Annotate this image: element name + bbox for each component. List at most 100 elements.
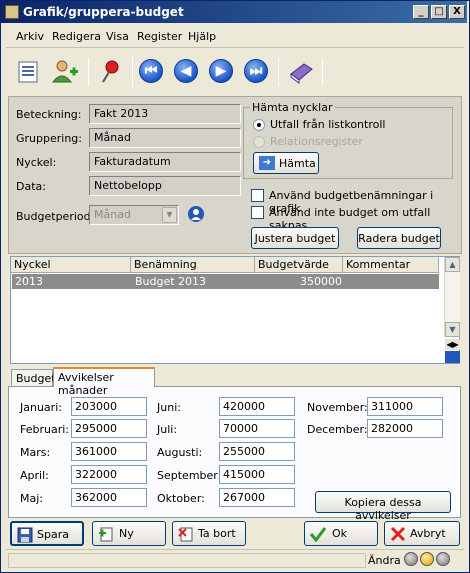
- ok-button[interactable]: Ok: [304, 521, 378, 546]
- input-augusti[interactable]: 255000: [219, 442, 295, 461]
- status-bar: Ändra: [6, 549, 464, 569]
- hamta-group-title: Hämta nycklar: [250, 101, 335, 114]
- column-header-benamning[interactable]: Benämning: [131, 257, 255, 273]
- month-label-januari: Januari:: [20, 401, 62, 414]
- maximize-button[interactable]: □: [431, 5, 447, 19]
- radio-relationsregister-label: Relationsregister: [270, 135, 363, 148]
- input-juni[interactable]: 420000: [219, 397, 295, 416]
- tab-avvikelser-manader[interactable]: Avvikelser månader: [53, 367, 155, 397]
- first-record-icon[interactable]: ⏮: [139, 59, 163, 83]
- input-november[interactable]: 311000: [367, 397, 443, 416]
- status-light-gray-icon: [404, 552, 418, 566]
- new-document-icon: [98, 526, 114, 542]
- column-header-nyckel[interactable]: Nyckel: [11, 257, 131, 273]
- month-label-april: April:: [20, 469, 49, 482]
- expand-icon[interactable]: [445, 351, 460, 363]
- previous-record-icon[interactable]: ◀: [174, 59, 198, 83]
- hamta-button[interactable]: ➜ Hämta: [253, 152, 319, 174]
- status-light-yellow-icon: [420, 552, 434, 566]
- floppy-disk-icon: [17, 527, 33, 543]
- data-field: Nettobelopp: [89, 176, 241, 196]
- month-label-oktober: Oktober:: [157, 492, 205, 505]
- tab-budget[interactable]: Budget: [11, 369, 56, 387]
- column-header-budgetvarde[interactable]: Budgetvärde: [255, 257, 343, 273]
- menu-hjalp[interactable]: Hjälp: [188, 30, 216, 43]
- budgetperiod-label: Budgetperiod:: [16, 210, 95, 223]
- cancel-button[interactable]: Avbryt: [384, 521, 460, 546]
- delete-document-icon: [178, 526, 194, 542]
- beteckning-label: Beteckning:: [16, 108, 82, 121]
- nyckel-field: Fakturadatum: [89, 152, 241, 172]
- gruppering-label: Gruppering:: [16, 132, 82, 145]
- budget-grid: Nyckel Benämning Budgetvärde Kommentar 2…: [10, 256, 460, 364]
- radio-utfall-label: Utfall från listkontroll: [270, 118, 386, 131]
- cell-benamning: Budget 2013: [135, 275, 207, 288]
- table-row[interactable]: 2013 Budget 2013 350000: [12, 274, 439, 289]
- cell-nyckel: 2013: [15, 275, 43, 288]
- minimize-button[interactable]: _: [413, 5, 429, 19]
- splitter-arrows-icon[interactable]: ◀▶: [445, 339, 460, 350]
- month-label-augusti: Augusti:: [157, 446, 203, 459]
- input-juli[interactable]: 70000: [219, 419, 295, 438]
- month-label-februari: Februari:: [20, 423, 69, 436]
- input-maj[interactable]: 362000: [71, 488, 147, 507]
- beteckning-field: Fakt 2013: [89, 104, 241, 124]
- user-lookup-icon[interactable]: [187, 205, 205, 223]
- justera-budget-button[interactable]: Justera budget: [251, 227, 339, 249]
- month-label-juli: Juli:: [157, 423, 178, 436]
- input-december[interactable]: 282000: [367, 419, 443, 438]
- month-label-september: September:: [157, 469, 222, 482]
- checkbox-skip-budget[interactable]: [251, 206, 264, 219]
- budgetperiod-select[interactable]: Månad ▼: [89, 205, 179, 225]
- book-icon[interactable]: [286, 56, 316, 86]
- menu-visa[interactable]: Visa: [106, 30, 129, 43]
- month-label-november: November:: [307, 401, 368, 414]
- chevron-down-icon[interactable]: ▼: [162, 207, 177, 223]
- kopiera-avvikelser-button[interactable]: Kopiera dessa avvikelser: [315, 491, 451, 522]
- nyckel-label: Nyckel:: [16, 156, 57, 169]
- input-februari[interactable]: 295000: [71, 419, 147, 438]
- input-oktober[interactable]: 267000: [219, 488, 295, 507]
- window-title: Grafik/gruppera-budget: [23, 5, 184, 19]
- close-button[interactable]: X: [449, 5, 465, 19]
- gruppering-field: Månad: [89, 128, 241, 148]
- month-label-juni: Juni:: [157, 401, 181, 414]
- checkmark-icon: [309, 526, 327, 543]
- radio-relationsregister[interactable]: [253, 136, 265, 148]
- scroll-down-icon[interactable]: ▼: [445, 322, 460, 337]
- last-record-icon[interactable]: ⏭: [244, 59, 268, 83]
- radio-utfall[interactable]: [253, 119, 265, 131]
- month-label-december: December:: [307, 423, 368, 436]
- menu-redigera[interactable]: Redigera: [52, 30, 101, 43]
- input-januari[interactable]: 203000: [71, 397, 147, 416]
- input-september[interactable]: 415000: [219, 465, 295, 484]
- save-button[interactable]: Spara: [10, 521, 84, 546]
- list-icon[interactable]: [14, 56, 44, 86]
- arrow-right-icon: ➜: [259, 156, 275, 170]
- delete-button[interactable]: Ta bort: [172, 521, 246, 546]
- menu-register[interactable]: Register: [137, 30, 182, 43]
- checkbox-use-budget-names[interactable]: [251, 189, 264, 202]
- month-label-maj: Maj:: [20, 492, 43, 505]
- data-label: Data:: [16, 180, 46, 193]
- app-icon: [5, 5, 19, 19]
- next-record-icon[interactable]: ▶: [209, 59, 233, 83]
- cancel-x-icon: [390, 526, 406, 542]
- toolbar: ⏮ ◀ ▶ ⏭: [6, 52, 464, 92]
- status-message-area: [8, 553, 366, 568]
- input-mars[interactable]: 361000: [71, 442, 147, 461]
- title-bar: Grafik/gruppera-budget _ □ X: [1, 1, 467, 23]
- cell-budgetvarde: 350000: [300, 275, 342, 288]
- tab-panel-avvikelser: Januari: 203000 Februari: 295000 Mars: 3…: [8, 386, 461, 522]
- input-april[interactable]: 322000: [71, 465, 147, 484]
- scroll-up-icon[interactable]: ▲: [445, 257, 460, 272]
- status-mode: Ändra: [368, 554, 401, 567]
- status-light-gray-2-icon: [436, 552, 450, 566]
- add-user-icon[interactable]: [50, 56, 80, 86]
- menu-arkiv[interactable]: Arkiv: [16, 30, 44, 43]
- radera-budget-button[interactable]: Radera budget: [357, 227, 441, 249]
- vertical-scrollbar[interactable]: ▲ ▼: [444, 257, 460, 337]
- new-button[interactable]: Ny: [92, 521, 166, 546]
- pin-icon[interactable]: [96, 56, 126, 86]
- column-header-kommentar[interactable]: Kommentar: [343, 257, 439, 273]
